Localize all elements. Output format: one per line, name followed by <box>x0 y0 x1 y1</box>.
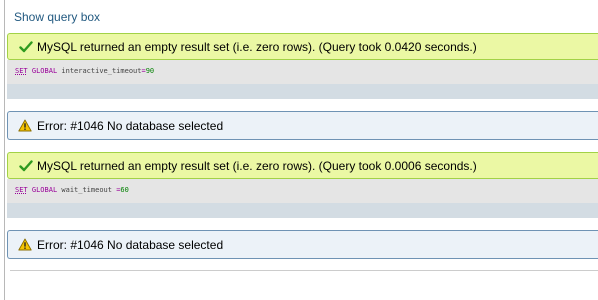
check-icon <box>19 40 33 52</box>
error-message-text: Error: #1046 No database selected <box>37 118 224 133</box>
sql-query-text: SET GLOBAL interactive_timeout=90 <box>15 67 154 75</box>
show-query-box-link[interactable]: Show query box <box>14 10 100 24</box>
sql-value: 90 <box>145 67 155 75</box>
sql-query-text: SET GLOBAL wait_timeout =60 <box>15 186 129 194</box>
error-message-box: Error: #1046 No database selected <box>7 111 598 140</box>
sql-variable: wait_timeout <box>61 186 117 194</box>
sql-variable: interactive_timeout <box>61 67 142 75</box>
success-message-box: MySQL returned an empty result set (i.e.… <box>7 33 598 60</box>
success-message-box: MySQL returned an empty result set (i.e.… <box>7 152 598 179</box>
bottom-divider <box>10 270 598 271</box>
warning-icon <box>18 238 32 251</box>
sql-keyword-global: GLOBAL <box>31 186 58 194</box>
success-message-text: MySQL returned an empty result set (i.e.… <box>37 158 477 173</box>
error-message-box: Error: #1046 No database selected <box>7 230 598 259</box>
query-results-page: Show query box MySQL returned an empty r… <box>0 0 598 300</box>
sql-keyword-set: SET <box>15 186 28 194</box>
sql-keyword-set: SET <box>15 67 28 75</box>
sql-value: 60 <box>120 186 129 194</box>
check-icon <box>19 159 33 171</box>
sql-query-box[interactable]: SET GLOBAL wait_timeout =60 <box>7 179 598 218</box>
success-message-text: MySQL returned an empty result set (i.e.… <box>37 39 477 54</box>
sql-query-footer <box>7 203 598 218</box>
sql-keyword-global: GLOBAL <box>31 67 58 75</box>
error-message-text: Error: #1046 No database selected <box>37 237 224 252</box>
sql-query-box[interactable]: SET GLOBAL interactive_timeout=90 <box>7 60 598 99</box>
left-divider <box>4 0 5 300</box>
warning-icon <box>18 119 32 132</box>
sql-query-footer <box>7 84 598 99</box>
